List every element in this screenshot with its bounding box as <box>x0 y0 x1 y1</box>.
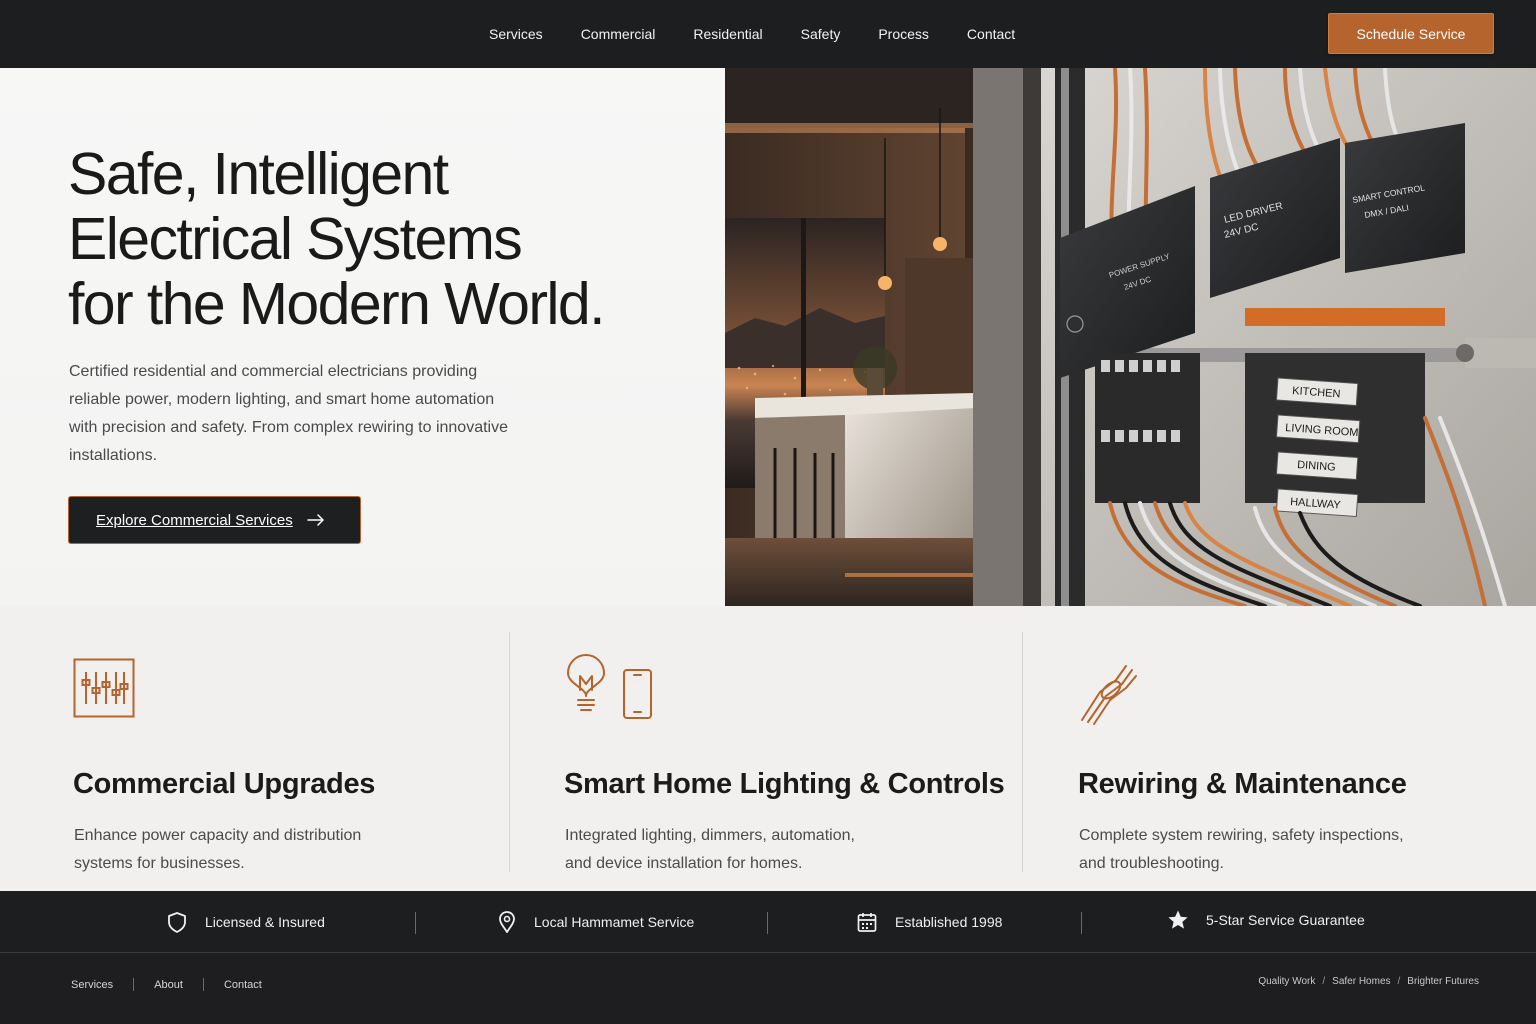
nav-item-safety[interactable]: Safety <box>782 0 860 68</box>
hero-title: Safe, Intelligent Electrical Systems for… <box>68 142 688 337</box>
nav-item-contact[interactable]: Contact <box>948 0 1034 68</box>
service-title: Rewiring & Maintenance <box>1078 768 1407 800</box>
nav-item-services[interactable]: Services <box>470 0 562 68</box>
hero-title-line-1: Safe, Intelligent <box>68 141 449 207</box>
nav-item-process[interactable]: Process <box>859 0 948 68</box>
location-pin-icon <box>499 911 515 933</box>
service-desc-line-2: and device installation for homes. <box>565 855 803 872</box>
footer-link-contact[interactable]: Contact <box>224 979 262 991</box>
shield-icon <box>168 912 186 933</box>
divider <box>1081 912 1082 934</box>
tagline-item: Safer Homes <box>1332 976 1391 987</box>
arrow-right-icon <box>306 514 324 526</box>
hero-title-line-2: Electrical Systems <box>68 206 523 272</box>
service-card-rewiring-maintenance[interactable]: Rewiring & Maintenance Complete system r… <box>1078 632 1498 872</box>
footer: Services About Contact Quality Work / Sa… <box>0 954 1536 1024</box>
service-desc-line-2: and troubleshooting. <box>1079 855 1224 872</box>
divider <box>133 978 135 991</box>
main-nav: Services Commercial Residential Safety P… <box>470 0 1034 68</box>
service-description: Integrated lighting, dimmers, automation… <box>565 822 855 878</box>
footer-tagline: Quality Work / Safer Homes / Brighter Fu… <box>1258 976 1479 987</box>
service-desc-line-1: Complete system rewiring, safety inspect… <box>1079 827 1404 844</box>
tagline-item: Brighter Futures <box>1407 976 1479 987</box>
trust-bar: Licensed & Insured Local Hammamet Servic… <box>0 891 1536 953</box>
service-title: Smart Home Lighting & Controls <box>564 768 1005 800</box>
trust-item-established: Established 1998 <box>856 891 1002 953</box>
trust-label: Licensed & Insured <box>205 914 325 930</box>
hero-content: Safe, Intelligent Electrical Systems for… <box>0 68 725 606</box>
service-desc-line-2: systems for businesses. <box>74 855 245 872</box>
control-panel-icon <box>73 658 135 718</box>
divider <box>509 632 510 872</box>
hero-image-electrical-panel: POWER SUPPLY 24V DC LED DRIVER 24V DC SM… <box>725 68 1536 606</box>
hero-section: Safe, Intelligent Electrical Systems for… <box>0 68 1536 606</box>
tagline-item: Quality Work <box>1258 976 1316 987</box>
wire-icon <box>1081 665 1137 725</box>
nav-item-commercial[interactable]: Commercial <box>562 0 675 68</box>
service-desc-line-1: Integrated lighting, dimmers, automation… <box>565 827 855 844</box>
trust-label: Local Hammamet Service <box>534 914 695 930</box>
explore-commercial-services-button[interactable]: Explore Commercial Services <box>68 496 361 544</box>
calendar-icon <box>857 913 877 932</box>
divider <box>767 912 768 934</box>
lightbulb-phone-icon <box>567 654 652 719</box>
trust-label: 5-Star Service Guarantee <box>1206 912 1365 928</box>
divider <box>202 978 204 991</box>
divider <box>415 912 416 934</box>
service-card-commercial-upgrades[interactable]: Commercial Upgrades Enhance power capaci… <box>73 632 493 872</box>
divider <box>1022 632 1023 872</box>
explore-button-label: Explore Commercial Services <box>96 511 293 529</box>
hero-title-line-3: for the Modern World. <box>68 271 605 337</box>
trust-item-licensed: Licensed & Insured <box>166 891 325 953</box>
nav-item-residential[interactable]: Residential <box>674 0 781 68</box>
service-description: Enhance power capacity and distribution … <box>74 822 361 878</box>
service-description: Complete system rewiring, safety inspect… <box>1079 822 1404 878</box>
service-title: Commercial Upgrades <box>73 768 376 800</box>
service-desc-line-1: Enhance power capacity and distribution <box>74 827 362 844</box>
schedule-service-button[interactable]: Schedule Service <box>1328 13 1494 54</box>
services-section: Commercial Upgrades Enhance power capaci… <box>0 606 1536 891</box>
top-navigation-bar: Services Commercial Residential Safety P… <box>0 0 1536 68</box>
trust-item-local-service: Local Hammamet Service <box>497 891 694 953</box>
footer-link-about[interactable]: About <box>154 979 183 991</box>
hero-description: Certified residential and commercial ele… <box>69 363 508 464</box>
footer-link-services[interactable]: Services <box>71 979 113 991</box>
footer-links: Services About Contact <box>71 978 262 991</box>
service-card-smart-home-lighting[interactable]: Smart Home Lighting & Controls Integrate… <box>564 632 1005 872</box>
tagline-separator: / <box>1397 976 1401 987</box>
trust-item-five-star: 5-Star Service Guarantee <box>1167 889 1365 951</box>
tagline-separator: / <box>1322 976 1326 987</box>
star-icon <box>1168 910 1188 929</box>
trust-label: Established 1998 <box>895 914 1003 930</box>
